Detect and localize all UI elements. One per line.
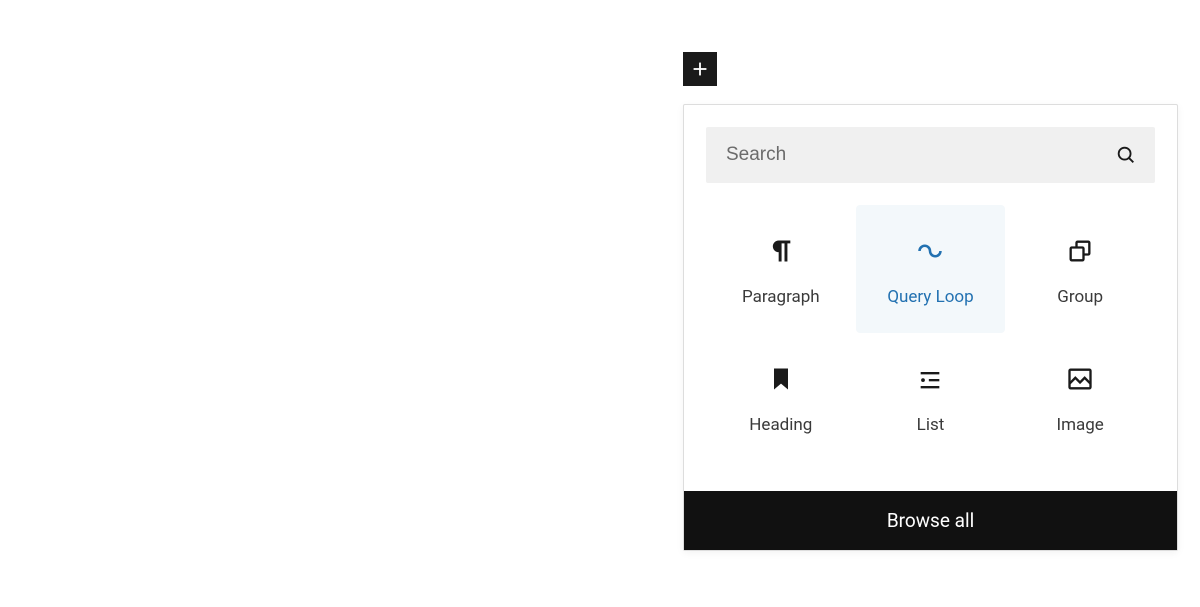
search-icon (1115, 144, 1137, 166)
add-block-button[interactable] (683, 52, 717, 86)
pilcrow-icon (767, 237, 795, 265)
group-icon (1066, 237, 1094, 265)
block-label: List (917, 415, 945, 435)
browse-all-button[interactable]: Browse all (684, 491, 1177, 550)
search-row (684, 105, 1177, 183)
image-icon (1066, 365, 1094, 393)
loop-icon (916, 237, 944, 265)
bookmark-icon (767, 365, 795, 393)
search-box (706, 127, 1155, 183)
block-label: Query Loop (887, 287, 973, 307)
search-input[interactable] (706, 127, 1155, 183)
list-icon (916, 365, 944, 393)
block-item-group[interactable]: Group (1005, 205, 1155, 333)
plus-icon (689, 58, 711, 80)
blocks-grid: Paragraph Query Loop Group (684, 183, 1177, 491)
block-item-query-loop[interactable]: Query Loop (856, 205, 1006, 333)
block-label: Heading (749, 415, 812, 435)
block-label: Group (1057, 287, 1103, 307)
block-label: Image (1056, 415, 1103, 435)
block-item-image[interactable]: Image (1005, 333, 1155, 461)
block-inserter-popover: Paragraph Query Loop Group (683, 104, 1178, 551)
block-item-paragraph[interactable]: Paragraph (706, 205, 856, 333)
block-item-list[interactable]: List (856, 333, 1006, 461)
block-label: Paragraph (742, 287, 820, 307)
block-item-heading[interactable]: Heading (706, 333, 856, 461)
